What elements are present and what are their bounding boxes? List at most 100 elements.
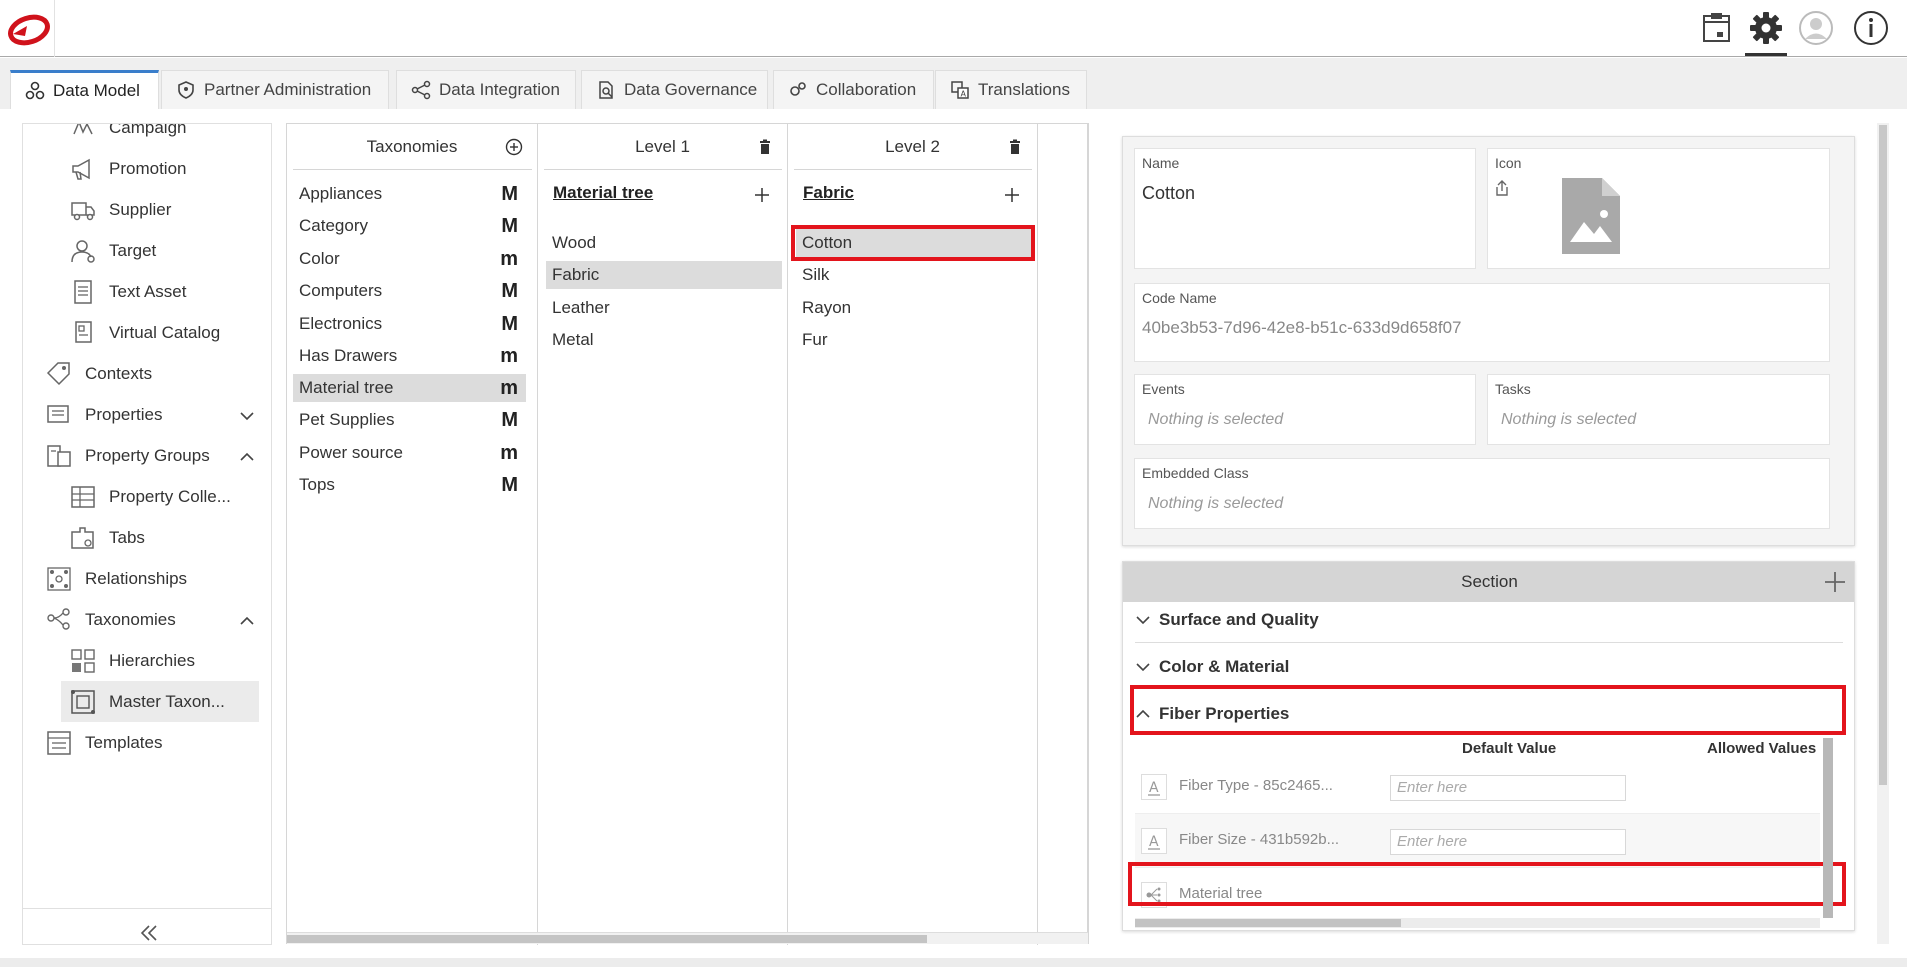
horizontal-scrollbar[interactable] xyxy=(287,932,1089,944)
sidebar-item-text-asset[interactable]: Text Asset xyxy=(69,272,186,312)
level2-item-label: Fur xyxy=(802,330,828,349)
sidebar-item-target[interactable]: Target xyxy=(69,231,156,271)
upload-icon[interactable] xyxy=(1494,179,1510,197)
embedded-class-field[interactable]: Embedded Class Nothing is selected xyxy=(1134,458,1830,529)
icon-label: Icon xyxy=(1495,155,1522,171)
tab-partner-administration[interactable]: Partner Administration xyxy=(161,70,389,109)
tab-data-governance[interactable]: Data Governance xyxy=(581,70,768,109)
sidebar-item-label: Text Asset xyxy=(109,282,187,301)
taxonomy-item[interactable]: Color m xyxy=(293,245,526,273)
level1-item[interactable]: Metal xyxy=(546,326,782,354)
taxonomy-item[interactable]: Power source m xyxy=(293,439,526,467)
default-value-input[interactable]: Enter here xyxy=(1390,829,1626,855)
tasks-field[interactable]: Tasks Nothing is selected xyxy=(1487,374,1830,445)
add-circle-icon[interactable] xyxy=(505,138,523,156)
relationships-icon xyxy=(47,567,71,591)
taxonomy-label: Category xyxy=(299,216,368,235)
logo-icon[interactable] xyxy=(5,12,51,48)
name-value[interactable]: Cotton xyxy=(1142,183,1195,204)
taxonomy-item[interactable]: Appliances M xyxy=(293,180,526,208)
minor-marker: m xyxy=(500,376,518,399)
group-fiber-properties[interactable]: Fiber Properties xyxy=(1135,699,1289,729)
scrollbar-thumb[interactable] xyxy=(1879,125,1887,785)
group-color-and-material[interactable]: Color & Material xyxy=(1135,652,1289,682)
level2-item[interactable]: Rayon xyxy=(796,294,1032,322)
trash-icon[interactable] xyxy=(1006,138,1024,156)
tab-collaboration[interactable]: Collaboration xyxy=(773,70,934,109)
level1-title[interactable]: Material tree xyxy=(553,183,653,203)
chevron-up-icon[interactable] xyxy=(239,449,255,465)
governance-icon xyxy=(599,81,613,99)
level1-item[interactable]: Leather xyxy=(546,294,782,322)
details-vertical-scrollbar[interactable] xyxy=(1877,123,1889,944)
add-icon[interactable] xyxy=(1004,187,1020,203)
add-icon[interactable] xyxy=(754,187,770,203)
add-section-icon[interactable] xyxy=(1824,571,1846,593)
default-value-input[interactable]: Enter here xyxy=(1390,775,1626,801)
level1-item[interactable]: Wood xyxy=(546,229,782,257)
sidebar-item-hierarchies[interactable]: Hierarchies xyxy=(69,641,195,681)
sidebar-item-master-taxonomy[interactable]: Master Taxon... xyxy=(61,681,259,722)
gear-icon[interactable] xyxy=(1747,9,1785,47)
svg-text:A: A xyxy=(1149,780,1159,796)
level1-item-selected[interactable]: Fabric xyxy=(546,261,782,289)
data-model-icon xyxy=(25,81,45,100)
sidebar-item-templates[interactable]: Templates xyxy=(45,723,162,763)
minor-marker: m xyxy=(500,247,518,270)
sidebar-item-supplier[interactable]: Supplier xyxy=(69,190,171,230)
collapse-sidebar-icon[interactable] xyxy=(138,922,160,944)
section-vertical-scrollbar[interactable] xyxy=(1823,738,1833,918)
level2-item[interactable]: Fur xyxy=(796,326,1032,354)
level2-item-selected[interactable]: Cotton xyxy=(796,229,1032,257)
sidebar-item-property-collections[interactable]: Property Colle... xyxy=(69,477,231,517)
tasks-value[interactable]: Nothing is selected xyxy=(1501,411,1636,429)
section-horizontal-scrollbar[interactable] xyxy=(1135,918,1820,928)
sidebar-item-taxonomies[interactable]: Taxonomies xyxy=(45,600,176,640)
taxonomy-item[interactable]: Computers M xyxy=(293,277,526,305)
sidebar-item-property-groups[interactable]: Property Groups xyxy=(45,436,210,476)
taxonomy-item[interactable]: Tops M xyxy=(293,471,526,499)
icon-field: Icon xyxy=(1487,148,1830,269)
level2-item[interactable]: Silk xyxy=(796,261,1032,289)
sidebar-item-relationships[interactable]: Relationships xyxy=(45,559,187,599)
taxonomy-item[interactable]: Electronics M xyxy=(293,310,526,338)
taxonomy-item-selected[interactable]: Material tree m xyxy=(293,374,526,402)
sidebar-item-promotion[interactable]: Promotion xyxy=(69,149,186,189)
user-avatar-icon[interactable] xyxy=(1797,9,1835,47)
sidebar-item-campaign[interactable]: Campaign xyxy=(69,124,187,148)
level2-item-label: Rayon xyxy=(802,298,852,317)
tab-data-integration[interactable]: Data Integration xyxy=(396,70,576,109)
level1-item-label: Wood xyxy=(552,233,597,252)
svg-text:A: A xyxy=(1149,834,1159,850)
sidebar-item-contexts[interactable]: Contexts xyxy=(45,354,152,394)
chevron-down-icon[interactable] xyxy=(239,408,255,424)
archive-icon[interactable] xyxy=(1697,9,1735,47)
level2-title[interactable]: Fabric xyxy=(803,183,854,203)
chevron-up-icon[interactable] xyxy=(239,613,255,629)
events-value[interactable]: Nothing is selected xyxy=(1148,411,1283,429)
sidebar-item-label: Target xyxy=(109,241,157,260)
sidebar-item-label: Property Colle... xyxy=(109,487,231,506)
sidebar-item-properties[interactable]: Properties xyxy=(45,395,162,435)
taxonomy-item[interactable]: Category M xyxy=(293,212,526,240)
tab-label: Data Governance xyxy=(624,80,758,99)
info-icon[interactable] xyxy=(1852,9,1890,47)
embedded-class-value[interactable]: Nothing is selected xyxy=(1148,495,1283,513)
sidebar-item-tabs[interactable]: Tabs xyxy=(69,518,145,558)
trash-icon[interactable] xyxy=(756,138,774,156)
sidebar-item-virtual-catalog[interactable]: Virtual Catalog xyxy=(69,313,220,353)
scrollbar-thumb[interactable] xyxy=(1135,919,1401,927)
group-surface-and-quality[interactable]: Surface and Quality xyxy=(1135,605,1319,635)
taxonomy-item[interactable]: Has Drawers m xyxy=(293,342,526,370)
name-field[interactable]: Name Cotton xyxy=(1134,148,1476,269)
taxonomy-label: Color xyxy=(299,249,340,268)
catalog-icon xyxy=(75,321,92,343)
tab-translations[interactable]: A Translations xyxy=(935,70,1087,109)
taxonomy-item[interactable]: Pet Supplies M xyxy=(293,406,526,434)
scrollbar-thumb[interactable] xyxy=(287,935,927,943)
events-field[interactable]: Events Nothing is selected xyxy=(1134,374,1476,445)
tab-data-model[interactable]: Data Model xyxy=(10,70,159,109)
taxonomy-label: Electronics xyxy=(299,314,383,333)
column-divider xyxy=(544,169,782,170)
image-placeholder-icon xyxy=(1562,178,1620,254)
